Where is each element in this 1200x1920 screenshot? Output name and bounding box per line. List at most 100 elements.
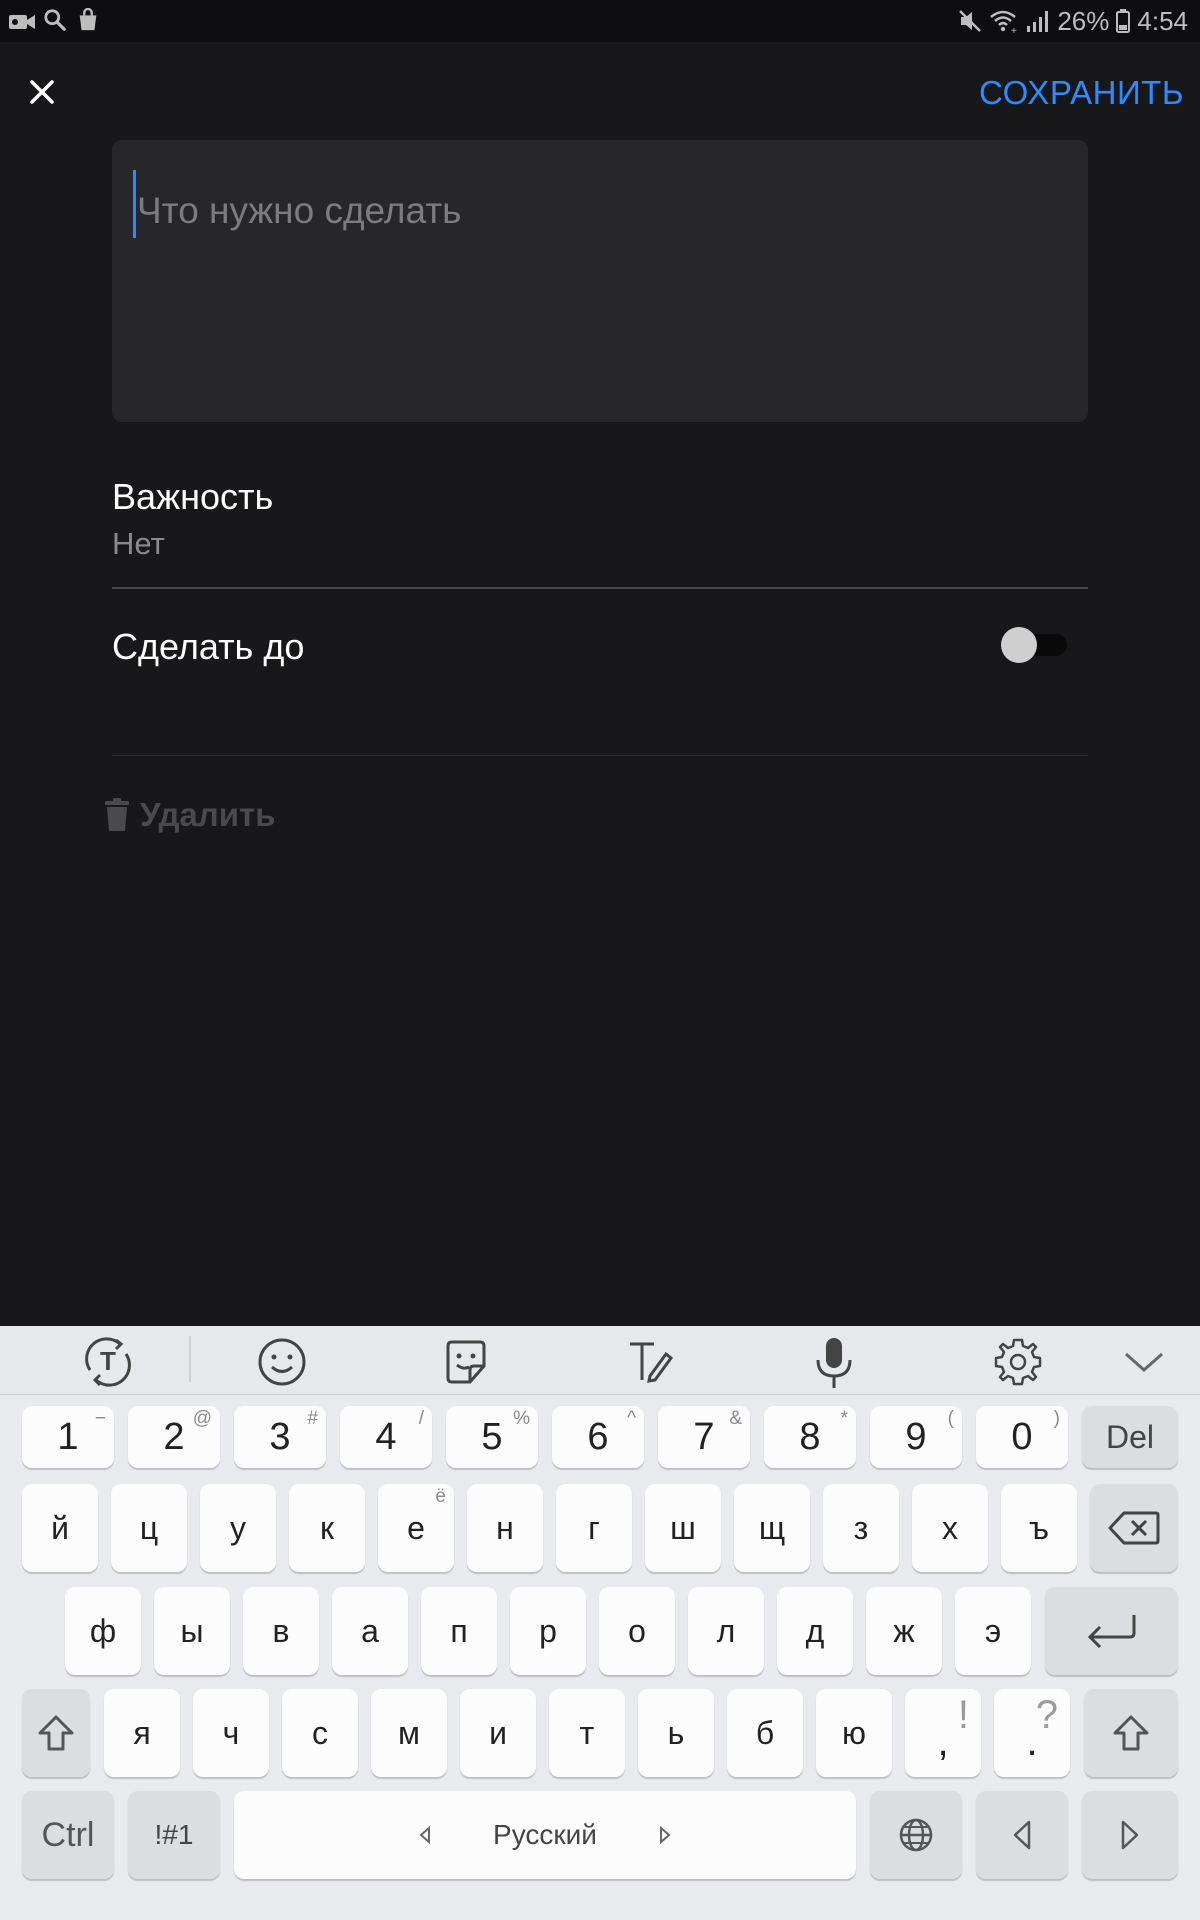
key-letter[interactable]: ж <box>866 1587 942 1675</box>
globe-icon <box>899 1818 933 1852</box>
microphone-icon <box>816 1338 852 1388</box>
key-letter[interactable]: з <box>823 1484 899 1572</box>
shift-key-right[interactable] <box>1084 1689 1178 1777</box>
key-0[interactable]: 0) <box>976 1406 1068 1468</box>
key-4[interactable]: 4/ <box>340 1406 432 1468</box>
shift-key-left[interactable] <box>22 1689 90 1777</box>
comma-key[interactable]: ,! <box>905 1689 981 1777</box>
key-letter[interactable]: о <box>599 1587 675 1675</box>
key-letter[interactable]: ч <box>193 1689 269 1777</box>
task-input[interactable]: Что нужно сделать <box>112 140 1088 422</box>
key-letter[interactable]: г <box>556 1484 632 1572</box>
hide-keyboard-button[interactable] <box>1116 1334 1172 1390</box>
toolbar-separator <box>189 1336 191 1382</box>
key-letter[interactable]: ъ <box>1001 1484 1077 1572</box>
mute-icon <box>959 10 982 32</box>
shopping-bag-icon <box>79 8 97 31</box>
importance-value[interactable]: Нет <box>112 526 165 562</box>
chevron-down-icon <box>1125 1352 1163 1373</box>
svg-text:T: T <box>100 1346 116 1376</box>
key-letter[interactable]: в <box>243 1587 319 1675</box>
shift-icon <box>1113 1715 1149 1751</box>
key-9[interactable]: 9( <box>870 1406 962 1468</box>
keyboard-toolbar: T <box>0 1326 1200 1395</box>
key-letter[interactable]: щ <box>734 1484 810 1572</box>
text-cursor <box>133 170 136 238</box>
close-icon <box>30 80 54 104</box>
key-8[interactable]: 8 * <box>764 1406 856 1468</box>
caret-left-icon <box>419 1825 431 1845</box>
key-3[interactable]: 3 # <box>234 1406 326 1468</box>
sticker-button[interactable] <box>438 1334 494 1390</box>
key-letter[interactable]: к <box>289 1484 365 1572</box>
key-letter[interactable]: э <box>955 1587 1031 1675</box>
arrow-left-icon <box>1013 1820 1031 1850</box>
key-letter[interactable]: ф <box>65 1587 141 1675</box>
key-letter[interactable]: ю <box>816 1689 892 1777</box>
caret-right-icon <box>659 1825 671 1845</box>
handwriting-button[interactable] <box>622 1334 678 1390</box>
key-letter[interactable]: м <box>371 1689 447 1777</box>
enter-icon <box>1087 1615 1135 1649</box>
trash-icon <box>105 798 129 831</box>
voice-input-button[interactable] <box>806 1334 862 1390</box>
key-letter[interactable]: ш <box>645 1484 721 1572</box>
translate-t-icon: T <box>85 1337 131 1387</box>
divider <box>112 587 1088 589</box>
close-button[interactable] <box>20 70 64 114</box>
key-letter[interactable]: д <box>777 1587 853 1675</box>
save-button[interactable]: СОХРАНИТЬ <box>979 74 1184 112</box>
video-icon <box>9 15 35 29</box>
cursor-right-key[interactable] <box>1082 1791 1178 1879</box>
key-letter[interactable]: ь <box>638 1689 714 1777</box>
key-7[interactable]: 7 & <box>658 1406 750 1468</box>
importance-label[interactable]: Важность <box>112 476 273 518</box>
key-letter[interactable]: р <box>510 1587 586 1675</box>
smiley-icon <box>258 1338 306 1386</box>
due-date-toggle[interactable] <box>1001 625 1067 665</box>
key-letter[interactable]: ц <box>111 1484 187 1572</box>
delete-label: Удалить <box>140 796 276 833</box>
key-letter[interactable]: т <box>549 1689 625 1777</box>
key-letter[interactable]: у <box>200 1484 276 1572</box>
shift-icon <box>38 1715 74 1751</box>
status-bar: + 26% 4:54 <box>0 0 1200 42</box>
period-key[interactable]: .? <box>994 1689 1070 1777</box>
keyboard-settings-button[interactable] <box>990 1334 1046 1390</box>
ctrl-key[interactable]: Ctrl <box>22 1791 114 1879</box>
divider <box>112 755 1088 756</box>
key-letter[interactable]: ы <box>154 1587 230 1675</box>
delete-forward-key[interactable]: Del <box>1082 1406 1178 1468</box>
clock: 4:54 <box>1137 5 1188 36</box>
handwriting-icon <box>630 1342 674 1383</box>
key-1[interactable]: 1− <box>22 1406 114 1468</box>
key-5[interactable]: 5% <box>446 1406 538 1468</box>
delete-button[interactable]: Удалить <box>104 790 275 840</box>
enter-key[interactable] <box>1045 1587 1178 1675</box>
key-2[interactable]: 2 @ <box>128 1406 220 1468</box>
key-letter[interactable]: п <box>421 1587 497 1675</box>
symbols-key[interactable]: !#1 <box>128 1791 220 1879</box>
cursor-left-key[interactable] <box>976 1791 1068 1879</box>
key-letter[interactable]: с <box>282 1689 358 1777</box>
key-letter[interactable]: й <box>22 1484 98 1572</box>
due-date-label: Сделать до <box>112 626 305 667</box>
emoji-button[interactable] <box>254 1334 310 1390</box>
key-letter[interactable]: х <box>912 1484 988 1572</box>
key-letter[interactable]: её <box>378 1484 454 1572</box>
key-letter[interactable]: б <box>727 1689 803 1777</box>
key-letter[interactable]: и <box>460 1689 536 1777</box>
key-letter[interactable]: а <box>332 1587 408 1675</box>
backspace-key[interactable] <box>1090 1484 1178 1572</box>
key-letter[interactable]: я <box>104 1689 180 1777</box>
text-translate-button[interactable]: T <box>80 1334 136 1390</box>
language-label: Русский <box>493 1819 597 1850</box>
key-letter[interactable]: л <box>688 1587 764 1675</box>
task-placeholder: Что нужно сделать <box>137 190 462 231</box>
key-letter[interactable]: н <box>467 1484 543 1572</box>
space-key[interactable]: Русский <box>234 1791 856 1879</box>
key-6[interactable]: 6 ^ <box>552 1406 644 1468</box>
signal-icon <box>1027 11 1049 32</box>
language-switch-key[interactable] <box>870 1791 962 1879</box>
gear-icon <box>994 1338 1042 1386</box>
